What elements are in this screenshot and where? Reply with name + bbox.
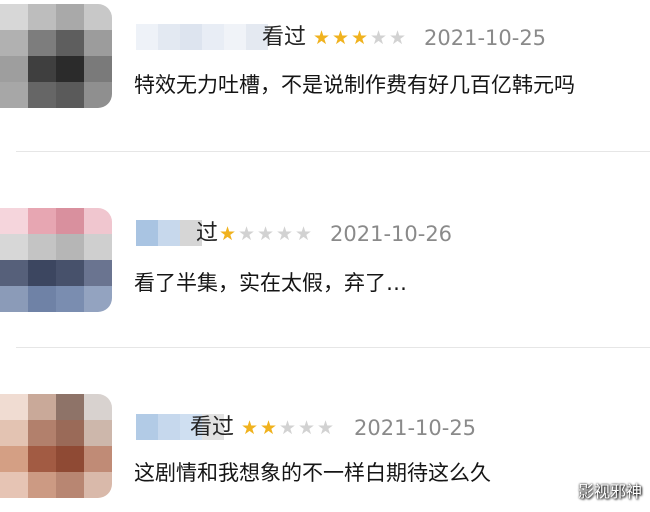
star-empty-icon: ★: [278, 417, 297, 439]
avatar[interactable]: [0, 208, 112, 312]
review-item: 过 ★ ★ ★ ★ ★ 2021-10-26 看了半集，实在太假，弃了…: [0, 152, 650, 348]
review-comment: 特效无力吐槽，不是说制作费有好几百亿韩元吗: [134, 73, 575, 97]
watched-label: 看过: [190, 415, 235, 440]
star-empty-icon: ★: [297, 417, 316, 439]
review-date: 2021-10-26: [330, 222, 453, 246]
watched-label: 看过: [262, 25, 307, 50]
review-comment: 这剧情和我想象的不一样白期待这么久: [134, 461, 491, 485]
username[interactable]: [136, 220, 202, 246]
star-filled-icon: ★: [240, 417, 259, 439]
avatar[interactable]: [0, 4, 112, 108]
star-empty-icon: ★: [369, 27, 388, 49]
star-rating: ★ ★ ★ ★ ★: [312, 27, 407, 49]
review-date: 2021-10-25: [354, 416, 477, 440]
username[interactable]: [136, 24, 268, 50]
star-filled-icon: ★: [259, 417, 278, 439]
star-empty-icon: ★: [237, 223, 256, 245]
star-empty-icon: ★: [256, 223, 275, 245]
star-empty-icon: ★: [388, 27, 407, 49]
star-filled-icon: ★: [331, 27, 350, 49]
review-item: 看过 ★ ★ ★ ★ ★ 2021-10-25 特效无力吐槽，不是说制作费有好几百亿韩元…: [0, 0, 650, 152]
star-filled-icon: ★: [350, 27, 369, 49]
star-empty-icon: ★: [316, 417, 335, 439]
star-rating: ★ ★ ★ ★ ★: [240, 417, 335, 439]
star-empty-icon: ★: [294, 223, 313, 245]
watermark: 影视邪神: [577, 482, 642, 501]
star-rating: ★ ★ ★ ★ ★: [218, 223, 313, 245]
review-date: 2021-10-25: [424, 26, 547, 50]
watched-label: 过: [196, 221, 219, 246]
review-comment: 看了半集，实在太假，弃了…: [134, 271, 407, 295]
star-filled-icon: ★: [218, 223, 237, 245]
star-empty-icon: ★: [275, 223, 294, 245]
avatar[interactable]: [0, 394, 112, 498]
star-filled-icon: ★: [312, 27, 331, 49]
review-item: 看过 ★ ★ ★ ★ ★ 2021-10-25 这剧情和我想象的不一样白期待这么久: [0, 348, 650, 512]
